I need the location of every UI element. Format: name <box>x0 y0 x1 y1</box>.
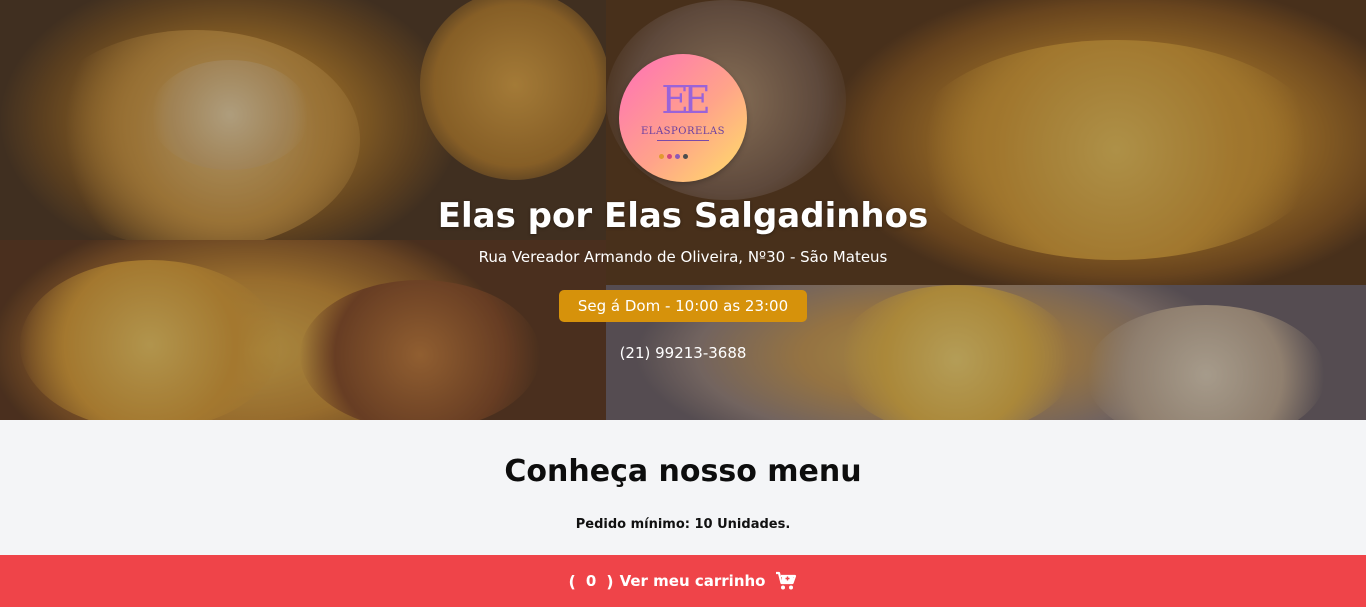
logo-monogram: EE <box>661 78 710 122</box>
view-cart-label: Ver meu carrinho <box>619 572 766 590</box>
opening-hours-badge: Seg á Dom - 10:00 as 23:00 <box>559 290 807 322</box>
minimum-order-notice: Pedido mínimo: 10 Unidades. <box>575 517 791 532</box>
cart-count-open-paren: ( <box>568 571 576 591</box>
store-name: Elas por Elas Salgadinhos <box>437 196 929 236</box>
logo-dots <box>659 144 709 159</box>
cart-count: 0 <box>585 572 597 590</box>
store-logo: EE ELASPORELAS <box>619 54 747 182</box>
view-cart-button[interactable]: ( 0 ) Ver meu carrinho <box>0 555 1366 607</box>
logo-divider <box>657 140 709 141</box>
cart-count-close-paren: ) <box>606 571 614 591</box>
store-phone: (21) 99213-3688 <box>619 344 747 362</box>
logo-brand-text: ELASPORELAS <box>641 126 725 137</box>
store-address: Rua Vereador Armando de Oliveira, Nº30 -… <box>478 248 888 266</box>
menu-heading: Conheça nosso menu <box>504 454 862 489</box>
cart-icon <box>775 571 797 591</box>
